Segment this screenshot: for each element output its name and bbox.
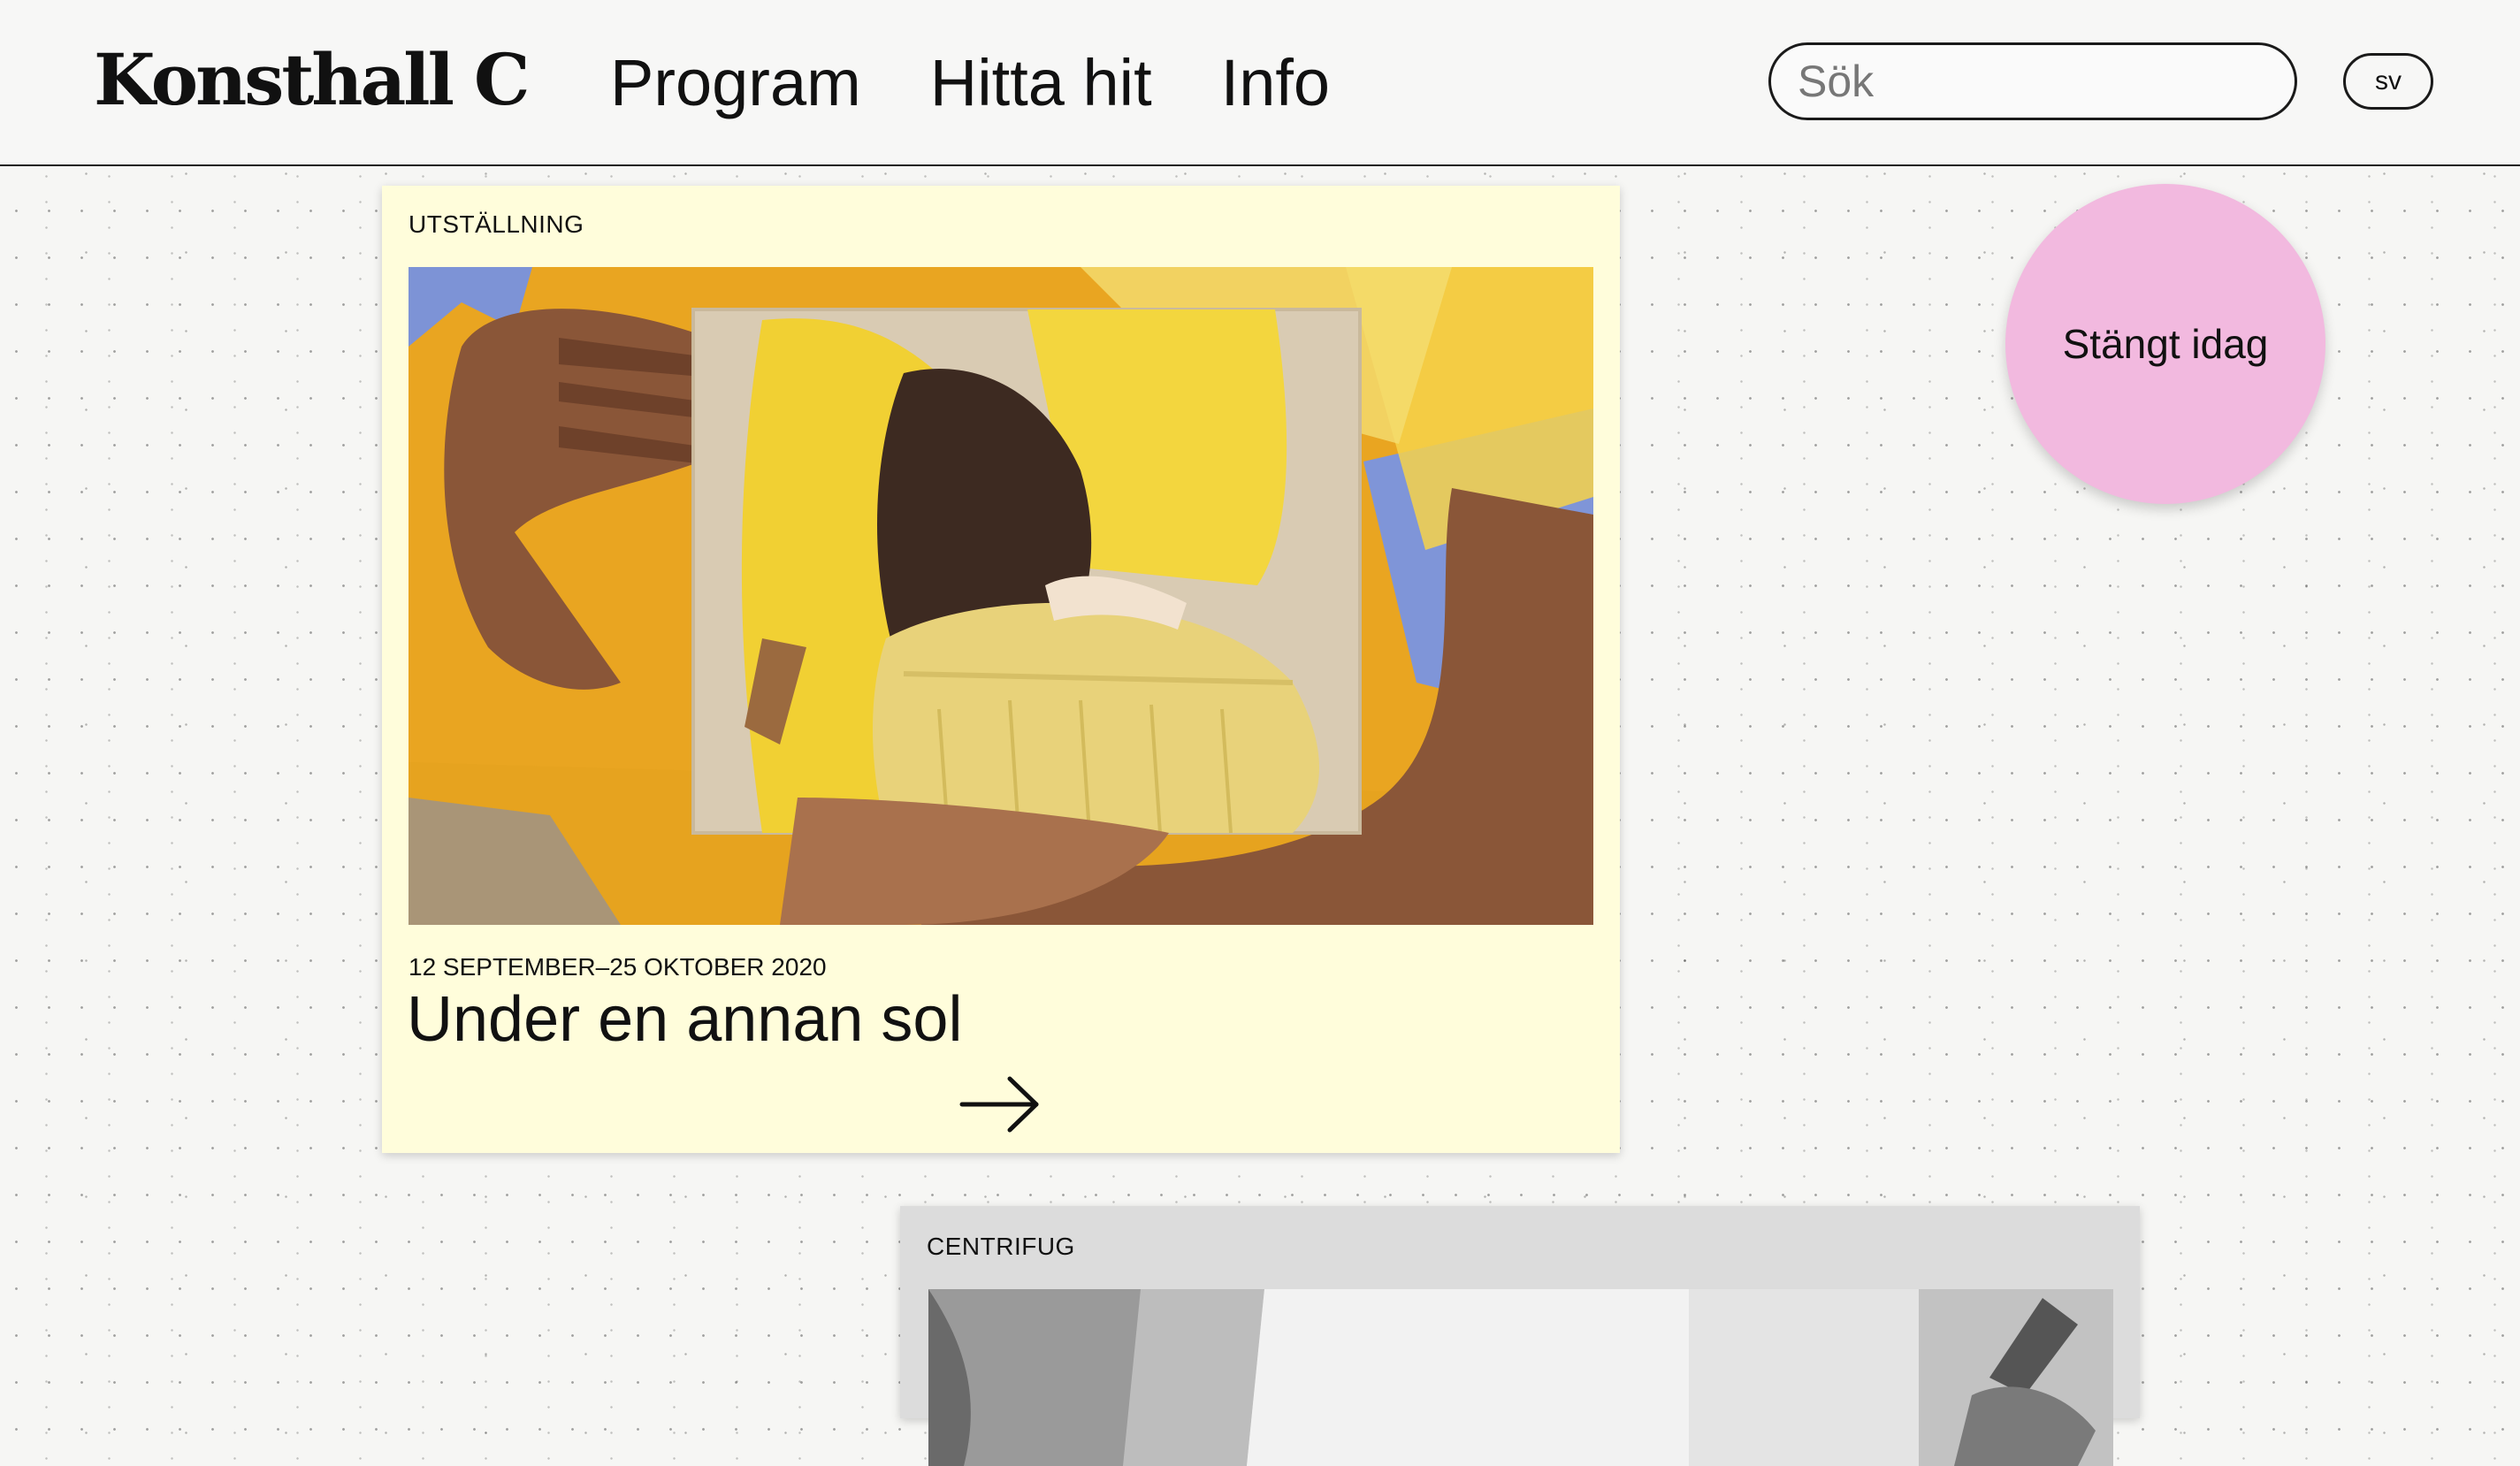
nav-item-program[interactable]: Program (610, 42, 861, 124)
opening-status-badge: Stängt idag (2005, 184, 2325, 504)
exhibition-card[interactable]: UTSTÄLLNING 12 SEPTEMBER–25 OKTOBER 2020… (382, 186, 1620, 1153)
arrow-right-icon[interactable] (958, 1073, 1043, 1135)
nav-item-info[interactable]: Info (1221, 42, 1330, 124)
card-category-label: UTSTÄLLNING (409, 210, 584, 238)
exhibition-title[interactable]: Under en annan sol (407, 981, 962, 1058)
exhibition-image (409, 267, 1593, 925)
exhibition-date: 12 SEPTEMBER–25 OKTOBER 2020 (409, 953, 827, 981)
language-toggle-button[interactable]: sv (2343, 53, 2433, 110)
centrifug-image (928, 1289, 2113, 1466)
centrifug-card[interactable]: CENTRIFUG (900, 1206, 2140, 1466)
search-input[interactable] (1768, 42, 2297, 120)
nav-item-hitta-hit[interactable]: Hitta hit (930, 42, 1152, 124)
opening-status-label: Stängt idag (2062, 321, 2269, 367)
card-category-label: CENTRIFUG (927, 1233, 1075, 1260)
site-logo[interactable]: Konsthall C (94, 37, 531, 122)
main-nav: Program Hitta hit Info (610, 42, 1399, 124)
site-header: Konsthall C Program Hitta hit Info sv (0, 0, 2520, 166)
